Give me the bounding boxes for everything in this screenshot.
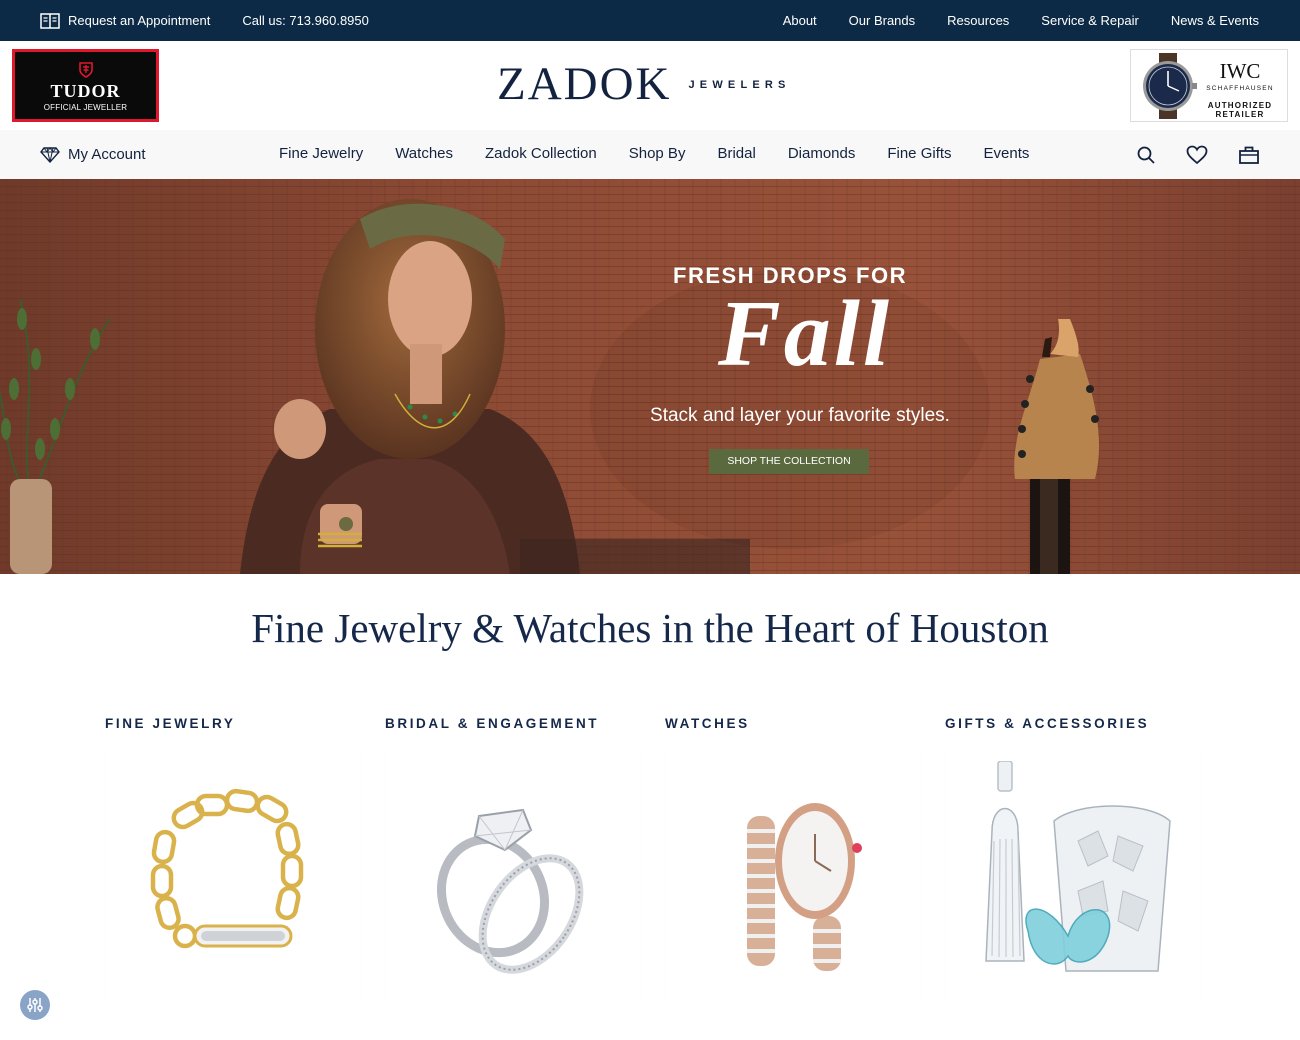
iwc-retailer-line: RETAILER <box>1215 110 1265 119</box>
gifts-accessories-image <box>945 751 1200 1001</box>
nav-item-zadok-collection[interactable]: Zadok Collection <box>485 145 597 162</box>
iwc-authorized-line: AUTHORIZED <box>1207 101 1273 110</box>
logo-main-text: ZADOK <box>497 58 672 110</box>
category-card-gifts-accessories[interactable]: GIFTS & ACCESSORIES <box>945 716 1200 1001</box>
wishlist-button[interactable] <box>1186 145 1208 165</box>
category-label: BRIDAL & ENGAGEMENT <box>385 716 600 731</box>
cart-button[interactable] <box>1238 145 1260 165</box>
nav-item-diamonds[interactable]: Diamonds <box>788 145 856 162</box>
nav-item-events[interactable]: Events <box>984 145 1030 162</box>
shop-the-collection-button[interactable]: SHOP THE COLLECTION <box>709 449 869 474</box>
call-us-link[interactable]: Call us: 713.960.8950 <box>242 13 368 28</box>
logo-sub-text: JEWELERS <box>688 79 791 91</box>
iwc-city-text: SCHAFFHAUSEN <box>1206 85 1274 92</box>
fine-jewelry-image <box>105 751 360 1001</box>
search-button[interactable] <box>1136 145 1156 165</box>
iwc-authorized-retailer-badge[interactable]: IWC SCHAFFHAUSEN AUTHORIZED RETAILER <box>1130 49 1288 122</box>
diamond-icon <box>40 146 60 163</box>
iwc-brand-text: IWC <box>1219 59 1261 83</box>
main-navigation: My Account Fine Jewelry Watches Zadok Co… <box>0 130 1300 179</box>
search-icon <box>1137 146 1155 164</box>
topbar-link-service-repair[interactable]: Service & Repair <box>1041 13 1139 28</box>
nav-item-fine-jewelry[interactable]: Fine Jewelry <box>279 145 363 162</box>
page-headline: Fine Jewelry & Watches in the Heart of H… <box>251 605 1049 651</box>
bag-icon <box>1239 146 1259 164</box>
category-label: FINE JEWELRY <box>105 716 236 731</box>
category-card-bridal-engagement[interactable]: BRIDAL & ENGAGEMENT <box>385 716 640 1001</box>
zadok-logo[interactable]: ZADOK JEWELERS <box>497 58 791 110</box>
hero-banner: FRESH DROPS FOR Fall Stack and layer you… <box>0 179 1300 574</box>
hero-tagline: Stack and layer your favorite styles. <box>650 405 950 426</box>
category-card-watches[interactable]: WATCHES <box>665 716 920 1001</box>
tudor-brand-text: TUDOR <box>50 81 121 101</box>
heart-icon <box>1186 145 1208 164</box>
topbar-link-our-brands[interactable]: Our Brands <box>849 13 915 28</box>
topbar-link-news-events[interactable]: News & Events <box>1171 13 1259 28</box>
book-icon <box>40 12 60 29</box>
tudor-official-jeweller-badge[interactable]: TUDOR OFFICIAL JEWELLER <box>12 49 159 122</box>
watches-image <box>665 751 920 1001</box>
category-label: GIFTS & ACCESSORIES <box>945 716 1150 731</box>
nav-item-watches[interactable]: Watches <box>395 145 453 162</box>
category-label: WATCHES <box>665 716 750 731</box>
category-card-fine-jewelry[interactable]: FINE JEWELRY <box>105 716 360 1001</box>
top-bar: Request an Appointment Call us: 713.960.… <box>0 0 1300 41</box>
my-account-label: My Account <box>68 146 146 163</box>
iwc-watch-image <box>1143 53 1197 119</box>
request-appointment-label: Request an Appointment <box>68 13 211 28</box>
nav-item-fine-gifts[interactable]: Fine Gifts <box>887 145 951 162</box>
accessibility-widget-button[interactable] <box>20 990 50 1020</box>
iwc-authorized-text: AUTHORIZED RETAILER <box>1197 101 1283 119</box>
topbar-link-about[interactable]: About <box>783 13 817 28</box>
tudor-shield-icon <box>79 62 93 78</box>
topbar-link-resources[interactable]: Resources <box>947 13 1009 28</box>
nav-item-bridal[interactable]: Bridal <box>717 145 755 162</box>
nav-item-shop-by[interactable]: Shop By <box>629 145 686 162</box>
hero-title-main: Fall <box>718 282 892 386</box>
sliders-icon <box>27 998 43 1012</box>
request-appointment-link[interactable]: Request an Appointment <box>40 12 211 29</box>
tudor-sub-text: OFFICIAL JEWELLER <box>43 103 128 112</box>
bridal-engagement-image <box>385 751 640 1001</box>
my-account-link[interactable]: My Account <box>40 130 146 179</box>
